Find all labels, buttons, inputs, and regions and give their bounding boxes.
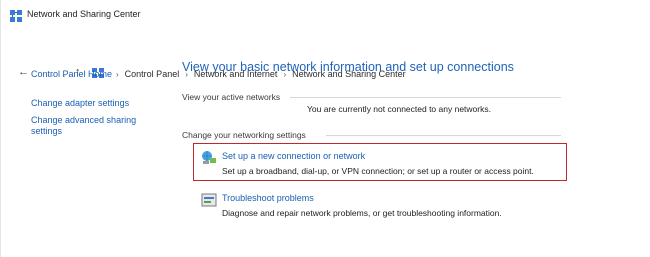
title-bar: Network and Sharing Center [0, 0, 650, 26]
window-title: Network and Sharing Center [27, 9, 141, 19]
network-sharing-center-window: Network and Sharing Center ← → ⌄ ↑ › Cont… [0, 0, 650, 257]
troubleshoot-description: Diagnose and repair network problems, or… [222, 208, 502, 218]
sidebar-item-change-adapter-settings[interactable]: Change adapter settings [31, 98, 151, 109]
network-status-text: You are currently not connected to any n… [307, 104, 491, 114]
active-networks-divider [290, 97, 561, 98]
address-bar: ← → ⌄ ↑ › Control Panel › Network and Inter… [0, 32, 650, 80]
left-pane: Control Panel Home Change adapter settin… [0, 55, 168, 257]
sidebar-item-change-advanced-sharing-settings[interactable]: Change advanced sharing settings [31, 115, 149, 137]
highlight-box [193, 143, 567, 181]
troubleshoot-problems-link[interactable]: Troubleshoot problems [222, 193, 314, 203]
network-center-app-icon [10, 10, 22, 22]
active-networks-heading: View your active networks [182, 92, 281, 102]
change-settings-heading: Change your networking settings [182, 130, 306, 140]
page-title: View your basic network information and … [182, 60, 514, 74]
sidebar-item-control-panel-home[interactable]: Control Panel Home [31, 69, 151, 80]
troubleshoot-icon [201, 193, 217, 207]
change-settings-divider [326, 135, 561, 136]
